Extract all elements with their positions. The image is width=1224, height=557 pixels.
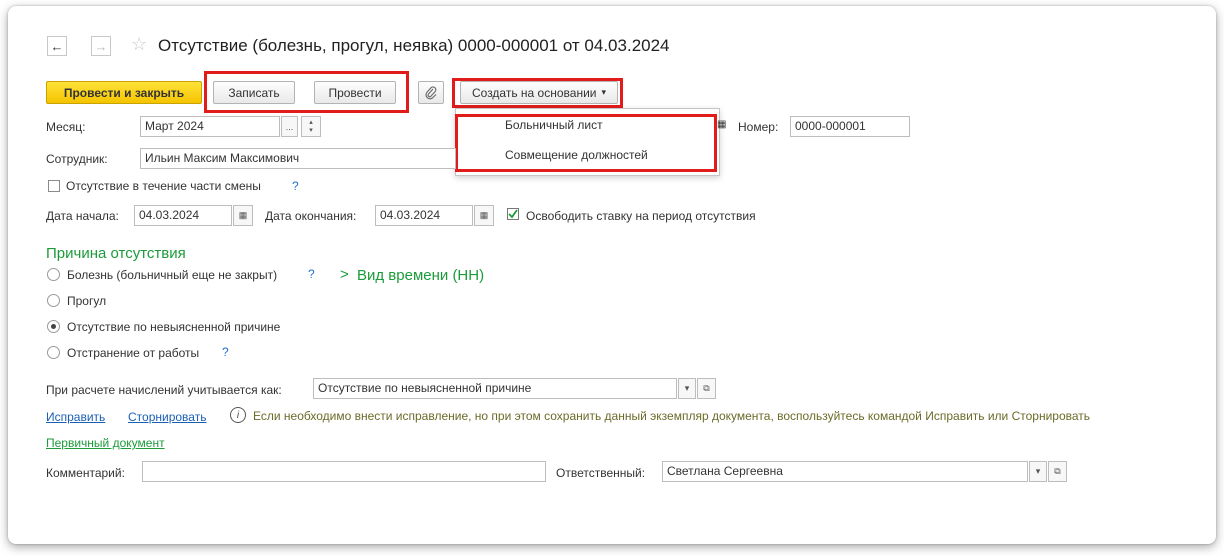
reason-radio-truancy[interactable] — [47, 294, 60, 307]
end-date-field[interactable]: 04.03.2024 — [375, 205, 473, 226]
chevron-down-icon[interactable]: ▾ — [1029, 461, 1047, 482]
reason-option-label: Отстранение от работы — [67, 346, 200, 360]
highlight-save-post — [204, 71, 409, 113]
help-icon[interactable]: ? — [222, 345, 229, 359]
reason-radio-suspension[interactable] — [47, 346, 60, 359]
free-rate-checkbox[interactable] — [507, 208, 519, 220]
reason-radio-unknown[interactable] — [47, 320, 60, 333]
attach-button[interactable] — [418, 81, 444, 104]
help-icon[interactable]: ? — [308, 267, 315, 281]
fix-link[interactable]: Исправить — [46, 410, 105, 424]
calendar-icon[interactable]: ▦ — [717, 119, 726, 130]
arrow-left-icon: ← — [50, 38, 64, 54]
responsible-field[interactable]: Светлана Сергеевна — [662, 461, 1028, 482]
calc-label: При расчете начислений учитывается как: — [46, 383, 282, 397]
highlight-create-based — [452, 78, 623, 108]
number-field[interactable]: 0000-000001 — [790, 116, 910, 137]
employee-label: Сотрудник: — [46, 152, 108, 166]
reason-heading: Причина отсутствия — [46, 245, 186, 262]
reason-option-label: Болезнь (больничный еще не закрыт) — [67, 268, 278, 282]
open-icon[interactable]: ⧉ — [697, 378, 716, 399]
primary-document-link[interactable]: Первичный документ — [46, 436, 165, 450]
open-icon[interactable]: ⧉ — [1048, 461, 1067, 482]
free-rate-label: Освободить ставку на период отсутствия — [526, 209, 756, 223]
number-label: Номер: — [738, 120, 779, 134]
responsible-label: Ответственный: — [556, 466, 646, 480]
checkmark-icon — [508, 209, 518, 219]
arrow-right-icon: → — [94, 38, 108, 54]
chevron-down-icon[interactable]: ▾ — [678, 378, 696, 399]
comment-field[interactable] — [142, 461, 546, 482]
calendar-icon[interactable]: ▦ — [474, 205, 494, 226]
calc-field[interactable]: Отсутствие по невыясненной причине — [313, 378, 677, 399]
reason-option-label: Прогул — [67, 294, 107, 308]
month-select-button[interactable]: ... — [281, 116, 298, 137]
paperclip-icon — [425, 85, 437, 99]
month-field[interactable]: Март 2024 — [140, 116, 280, 137]
calendar-icon[interactable]: ▦ — [233, 205, 253, 226]
time-type-link[interactable]: Вид времени (НН) — [357, 267, 484, 284]
info-icon: i — [230, 407, 246, 423]
back-button[interactable]: ← — [47, 36, 67, 56]
month-label: Месяц: — [46, 120, 86, 134]
comment-label: Комментарий: — [46, 466, 125, 480]
reason-radio-sick[interactable] — [47, 268, 60, 281]
help-icon[interactable]: ? — [292, 179, 299, 193]
reverse-link[interactable]: Сторнировать — [128, 410, 206, 424]
star-icon[interactable]: ☆ — [131, 34, 147, 55]
start-date-field[interactable]: 04.03.2024 — [134, 205, 232, 226]
reason-option-label: Отсутствие по невыясненной причине — [67, 320, 281, 334]
partial-shift-checkbox[interactable] — [48, 180, 60, 192]
end-date-label: Дата окончания: — [265, 209, 357, 223]
forward-button[interactable]: → — [91, 36, 111, 56]
month-stepper[interactable]: ▴ ▾ — [301, 116, 321, 137]
start-date-label: Дата начала: — [46, 209, 119, 223]
partial-shift-label: Отсутствие в течение части смены — [66, 179, 261, 193]
highlight-menu — [455, 114, 717, 172]
post-and-close-button[interactable]: Провести и закрыть — [46, 81, 202, 104]
info-text: Если необходимо внести исправление, но п… — [253, 409, 1091, 423]
employee-field[interactable]: Ильин Максим Максимович — [140, 148, 456, 169]
chevron-right-icon: > — [340, 266, 349, 283]
page-title: Отсутствие (болезнь, прогул, неявка) 000… — [158, 36, 670, 55]
